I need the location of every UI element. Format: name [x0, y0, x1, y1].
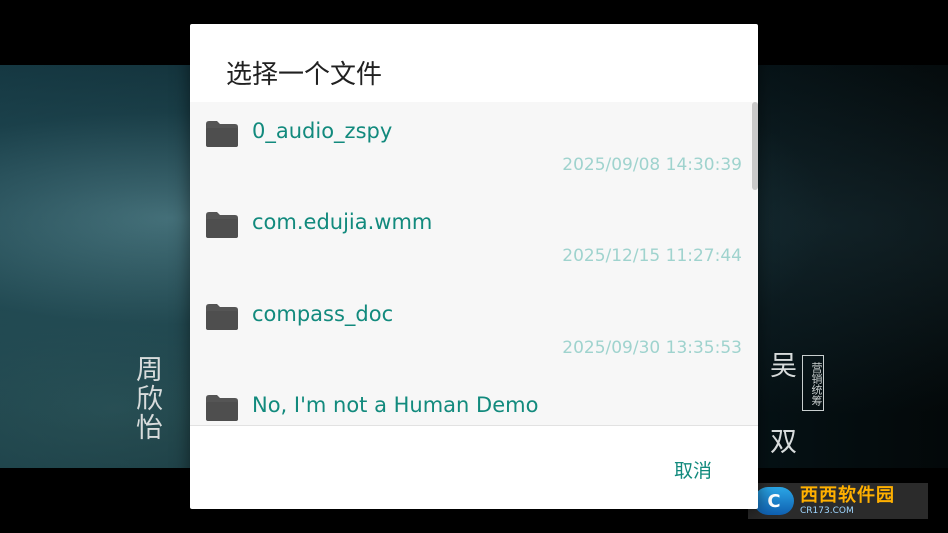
file-name: No, I'm not a Human Demo: [252, 393, 539, 417]
file-date: 2025/09/30 13:35:53: [562, 338, 742, 358]
file-name: 0_audio_zspy: [252, 119, 393, 143]
watermark-logo-icon: C: [754, 487, 794, 515]
cancel-button[interactable]: 取消: [668, 452, 718, 487]
list-scrollbar[interactable]: [752, 102, 758, 190]
site-watermark: C 西西软件园 CR173.COM: [748, 483, 928, 519]
credit-role-box: 营销统筹: [802, 355, 824, 411]
file-list[interactable]: 0_audio_zspy 2025/09/08 14:30:39 com.edu…: [190, 102, 758, 425]
watermark-url: CR173.COM: [800, 506, 854, 516]
file-name: compass_doc: [252, 302, 394, 326]
file-date: 2025/12/15 11:27:44: [562, 246, 742, 266]
dialog-title: 选择一个文件: [226, 60, 383, 90]
dialog-divider: [190, 425, 758, 426]
list-item[interactable]: compass_doc 2025/09/30 13:35:53: [190, 285, 752, 377]
file-date: 2025/09/08 14:30:39: [562, 155, 742, 175]
folder-icon: [206, 395, 238, 421]
credit-text-right-top: 吴: [765, 351, 796, 380]
folder-icon: [206, 304, 238, 330]
folder-icon: [206, 212, 238, 238]
list-item[interactable]: com.edujia.wmm 2025/12/15 11:27:44: [190, 193, 752, 285]
list-item[interactable]: 0_audio_zspy 2025/09/08 14:30:39: [190, 102, 752, 194]
credit-text-left: 周欣怡: [131, 355, 162, 442]
credit-text-right-bottom: 双: [765, 427, 796, 456]
file-name: com.edujia.wmm: [252, 210, 433, 234]
list-item[interactable]: No, I'm not a Human Demo: [190, 376, 752, 425]
folder-icon: [206, 121, 238, 147]
watermark-title: 西西软件园: [800, 485, 895, 506]
file-picker-dialog: 选择一个文件 0_audio_zspy 2025/09/08 14:30:39 …: [190, 24, 758, 509]
